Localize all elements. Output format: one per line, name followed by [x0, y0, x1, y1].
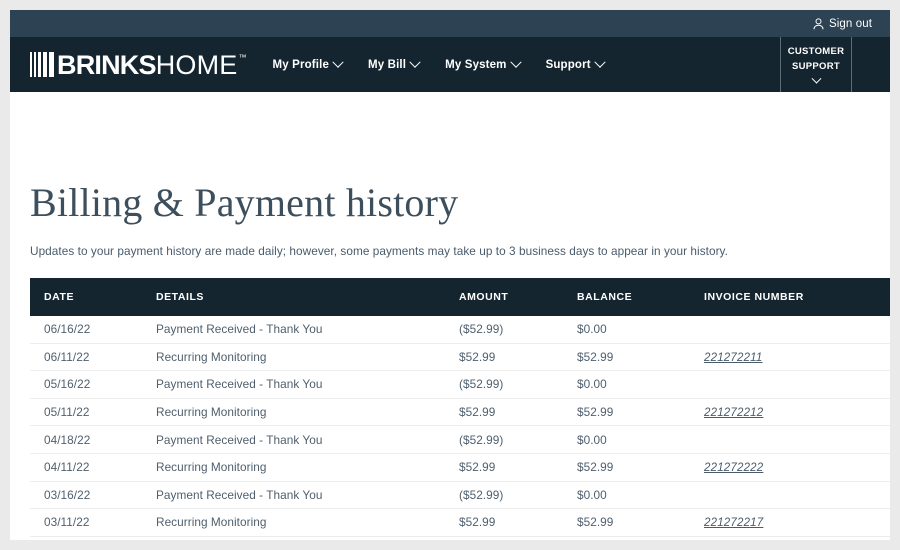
cell-invoice-number: [704, 425, 890, 454]
page-subtitle: Updates to your payment history are made…: [30, 244, 728, 258]
invoice-number-link[interactable]: 221272222: [704, 462, 763, 474]
cell-date: 04/18/22: [30, 425, 156, 454]
cell-amount: ($52.99): [459, 316, 577, 344]
main-content: Billing & Payment history Updates to you…: [10, 92, 890, 537]
table-row: 06/11/22 Recurring Monitoring $52.99 $52.99…: [30, 343, 890, 372]
cell-balance: $0.00: [577, 481, 704, 510]
table-row: 03/16/22 Payment Received - Thank You ($52…: [30, 481, 890, 510]
table-row: 05/11/22 Recurring Monitoring $52.99 $52.99…: [30, 398, 890, 427]
cell-date: 03/16/22: [30, 481, 156, 510]
nav-item-my-system[interactable]: My System: [445, 56, 522, 71]
nav-links: My Profile My Bill My System Support: [272, 56, 606, 71]
chevron-down-icon: [332, 56, 344, 68]
column-header-balance: BALANCE: [577, 278, 704, 316]
cell-invoice-number: [704, 481, 890, 510]
cell-balance: $52.99: [577, 508, 704, 537]
cell-amount: ($52.99): [459, 425, 577, 454]
cell-details: Recurring Monitoring: [156, 508, 459, 537]
cell-invoice-number: [704, 370, 890, 399]
cell-details: Recurring Monitoring: [156, 398, 459, 427]
cell-balance: $52.99: [577, 343, 704, 372]
chevron-down-icon: [409, 56, 421, 68]
cell-balance: $52.99: [577, 398, 704, 427]
column-header-date: DATE: [30, 278, 156, 316]
cell-amount: ($52.99): [459, 481, 577, 510]
nav-item-my-bill-label: My Bill: [368, 58, 407, 71]
cell-details: Payment Received - Thank You: [156, 425, 459, 454]
cell-balance: $0.00: [577, 425, 704, 454]
cell-balance: $0.00: [577, 370, 704, 399]
column-header-amount: AMOUNT: [459, 278, 577, 316]
table-row: 04/18/22 Payment Received - Thank You ($52…: [30, 425, 890, 454]
brinks-home-logo[interactable]: BRINKSHOME ™: [30, 50, 247, 79]
logo-wordmark: BRINKSHOME: [57, 51, 238, 79]
table-header: DATE DETAILS AMOUNT BALANCE INVOICE NUMB…: [30, 278, 890, 316]
nav-item-my-bill[interactable]: My Bill: [368, 56, 421, 71]
utility-bar: Sign out: [10, 10, 890, 37]
main-navigation: BRINKSHOME ™ My Profile My Bill My Syste…: [10, 37, 890, 92]
cell-details: Recurring Monitoring: [156, 453, 459, 482]
customer-support-line1: CUSTOMER: [787, 45, 845, 57]
chevron-down-icon: [594, 56, 606, 68]
table-header-row: DATE DETAILS AMOUNT BALANCE INVOICE NUMB…: [30, 278, 890, 316]
cell-amount: ($52.99): [459, 370, 577, 399]
logo-brand-bold: BRINKS: [57, 50, 157, 80]
sign-out-button[interactable]: Sign out: [813, 18, 872, 30]
table-body: 06/16/22 Payment Received - Thank You ($52…: [30, 316, 890, 537]
chevron-down-icon: [509, 56, 522, 68]
cell-date: 03/11/22: [30, 508, 156, 537]
cell-date: 05/11/22: [30, 398, 156, 427]
trademark-symbol: ™: [238, 53, 247, 62]
table-row: 03/11/22 Recurring Monitoring $52.99 $52.99…: [30, 508, 890, 537]
browser-page: Sign out BRINKSHOME ™ My Profile My Bill: [10, 10, 890, 540]
cell-details: Payment Received - Thank You: [156, 481, 459, 510]
cell-invoice-number: [704, 316, 890, 344]
cell-amount: $52.99: [459, 453, 577, 482]
nav-item-my-system-label: My System: [445, 58, 507, 71]
table-row: 04/11/22 Recurring Monitoring $52.99 $52.99…: [30, 453, 890, 482]
customer-support-line2: SUPPORT: [791, 60, 841, 72]
customer-support-button[interactable]: CUSTOMER SUPPORT: [780, 37, 852, 92]
nav-item-my-profile[interactable]: My Profile: [272, 56, 344, 71]
chevron-down-icon: [811, 73, 821, 84]
cell-details: Payment Received - Thank You: [156, 316, 459, 344]
invoice-number-link[interactable]: 221272212: [704, 407, 763, 419]
cell-date: 04/11/22: [30, 453, 156, 482]
sign-out-label: Sign out: [829, 17, 872, 30]
cell-date: 06/11/22: [30, 343, 156, 372]
column-header-invoice-number: INVOICE NUMBER: [704, 278, 890, 316]
barcode-bars-icon: [30, 52, 54, 77]
cell-invoice-number: 221272222: [704, 453, 890, 482]
column-header-details: DETAILS: [156, 278, 459, 316]
cell-balance: $0.00: [577, 316, 704, 344]
nav-item-support-label: Support: [545, 58, 591, 71]
page-title: Billing & Payment history: [30, 180, 459, 225]
cell-amount: $52.99: [459, 343, 577, 372]
user-icon: [813, 17, 824, 30]
nav-item-my-profile-label: My Profile: [272, 58, 329, 71]
cell-invoice-number: 221272217: [704, 508, 890, 537]
cell-invoice-number: 221272211: [704, 343, 890, 372]
cell-invoice-number: 221272212: [704, 398, 890, 427]
cell-amount: $52.99: [459, 508, 577, 537]
invoice-number-link[interactable]: 221272217: [704, 517, 763, 529]
billing-history-table: DATE DETAILS AMOUNT BALANCE INVOICE NUMB…: [30, 278, 890, 537]
invoice-number-link[interactable]: 221272211: [704, 352, 763, 364]
nav-left-group: BRINKSHOME ™ My Profile My Bill My Syste…: [10, 37, 780, 92]
cell-amount: $52.99: [459, 398, 577, 427]
cell-details: Recurring Monitoring: [156, 343, 459, 372]
cell-details: Payment Received - Thank You: [156, 370, 459, 399]
logo-brand-light: HOME: [155, 50, 238, 80]
table-row: 06/16/22 Payment Received - Thank You ($52…: [30, 316, 890, 344]
cell-date: 06/16/22: [30, 316, 156, 344]
nav-item-support[interactable]: Support: [545, 56, 606, 71]
cell-date: 05/16/22: [30, 370, 156, 399]
table-row: 05/16/22 Payment Received - Thank You ($52…: [30, 370, 890, 399]
cell-balance: $52.99: [577, 453, 704, 482]
